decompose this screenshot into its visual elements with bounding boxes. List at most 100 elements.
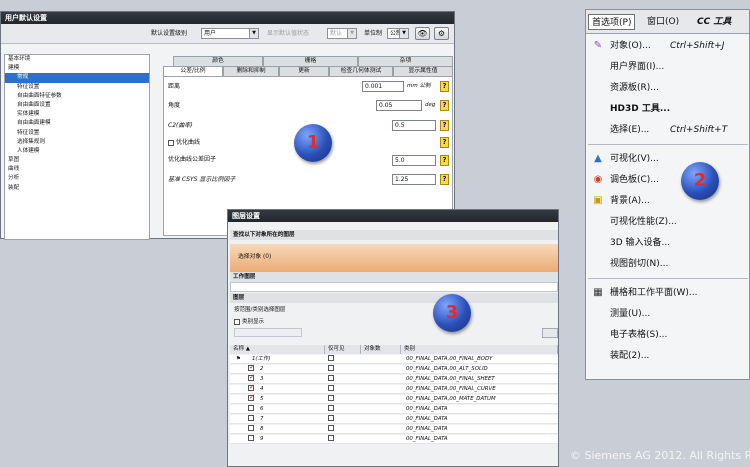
tree-item[interactable]: 特征设置 [5,83,149,92]
tree-item[interactable]: 人体建模 [5,147,149,156]
category-show-toggle[interactable]: 类别显示 [234,317,264,325]
tree-item[interactable]: 曲线 [5,165,149,174]
level-label: 默认设置级别 [151,30,188,37]
table-row[interactable]: 300_FINAL_DATA,00_FINAL_SHEET [230,373,558,384]
menu-item-object[interactable]: ✎ 对象(O)... Ctrl+Shift+J [586,36,750,56]
csys-scale-input[interactable]: 1.25 [392,174,436,185]
tree-item[interactable]: 特征设置 [5,129,149,138]
help-icon[interactable]: ? [440,100,449,111]
tree-item[interactable]: 分析 [5,174,149,183]
optimize-curve-toggle[interactable]: 优化曲线 [168,137,200,148]
help-icon[interactable]: ? [440,120,449,131]
menu-item-palette[interactable]: ◉ 调色板(C)... [586,170,750,190]
find-objects-group[interactable]: 查找以下对象所在的图层 [230,230,558,240]
menu-item-3d-input[interactable]: 3D 输入设备... [586,233,750,253]
tree-item[interactable]: 建模 [5,64,149,73]
distance-input[interactable]: 0.001 [362,81,404,92]
palette-icon: ◉ [593,174,603,185]
callout-badge-2: 2 [681,162,719,200]
menu-item-grid[interactable]: ▦ 栅格和工作平面(W)... [586,283,750,303]
tree-item[interactable]: 自由曲面设置 [5,101,149,110]
col-visible[interactable]: 仅可见 [325,345,361,354]
unit-combo[interactable]: 公制 ▼ [387,28,409,39]
tree-item[interactable]: 自由曲面特征参数 [5,92,149,101]
tree-item[interactable]: 实体建模 [5,110,149,119]
user-defaults-window: 用户默认设置 默认设置级别 用户 ▼ 显示默认值状态 默认 ▼ 单位制 公制 ▼ 👁 … [0,11,455,240]
c2-input[interactable]: 0.5 [392,120,436,131]
menu-item-resource-bar[interactable]: 资源板(R)... [586,78,750,98]
tree-item[interactable]: 草图 [5,156,149,165]
tab-display-attr[interactable]: 显示属性值 [393,66,453,76]
grid-icon: ▦ [593,287,603,298]
col-name[interactable]: 名称 ▲ [230,345,325,354]
preferences-menu: 首选项(P) 窗口(O) CC 工具 ✎ 对象(O)... Ctrl+Shift+J… [585,9,750,380]
menu-item-spreadsheet[interactable]: 电子表格(S)... [586,325,750,345]
tab-update[interactable]: 更新 [279,66,329,76]
eye-view-button[interactable]: 👁 [415,27,430,40]
col-count[interactable]: 对象数 [361,345,401,354]
work-layer-input[interactable] [230,282,558,292]
table-row[interactable]: 7 00_FINAL_DATA [230,415,558,424]
unit-label: 单位制 [364,30,383,37]
background-icon: ▣ [593,195,603,206]
tree-item[interactable]: 自由曲面建模 [5,119,149,128]
layer-group[interactable]: 图层 [230,293,558,303]
table-row[interactable]: 8 00_FINAL_DATA [230,425,558,434]
window-title: 用户默认设置 [1,12,454,24]
menu-item-selection[interactable]: 选择(E)... Ctrl+Shift+T [586,120,750,140]
tab-color[interactable]: 颜色 [173,56,263,66]
tree-item[interactable]: 选择集规则 [5,138,149,147]
menu-bar: 首选项(P) 窗口(O) CC 工具 [586,10,749,34]
help-icon[interactable]: ? [440,137,449,148]
menu-separator [588,144,748,145]
help-icon[interactable]: ? [440,174,449,185]
tab-misc[interactable]: 杂项 [358,56,453,66]
col-category[interactable]: 类别 [401,345,558,354]
c2-label: C2(曲率) [168,122,193,129]
category-show-checkbox[interactable] [234,318,240,325]
csys-scale-label: 基准 CSYS 显示比例因子 [168,176,236,183]
menu-item-hd3d[interactable]: HD3D 工具... [586,99,750,119]
work-layer-group[interactable]: 工作图层 [230,272,558,282]
opt-factor-input[interactable]: 5.0 [392,155,436,166]
category-filter-input[interactable] [234,328,302,337]
tab-grid[interactable]: 栅格 [263,56,358,66]
menu-item-assembly[interactable]: 装配(2)... [586,346,750,366]
menu-item-measure[interactable]: 测量(U)... [586,304,750,324]
table-row[interactable]: 6 00_FINAL_DATA [230,405,558,414]
object-icon: ✎ [593,40,603,51]
table-row[interactable]: 9 00_FINAL_DATA [230,435,558,444]
settings-button[interactable]: ⚙ [434,27,449,40]
table-row[interactable]: ⚑ 1(工作) 00_FINAL_DATA,00_FINAL_BODY [230,355,558,364]
table-row[interactable]: 500_FINAL_DATA,00_MATE_DATUM [230,393,558,404]
menu-item-view-section[interactable]: 视图剖切(N)... [586,254,750,274]
filter-label: 按范围/类别选择图层 [234,307,286,313]
menu-window[interactable]: 窗口(O) [644,14,682,30]
tree-item-selected[interactable]: 常规 [5,73,149,83]
table-row[interactable]: 200_FINAL_DATA,00_ALT_SOLID [230,363,558,374]
callout-badge-3: 3 [433,294,471,332]
help-icon[interactable]: ? [440,81,449,92]
optimize-curve-checkbox[interactable] [168,139,174,146]
menu-item-visualization[interactable]: ▲ 可视化(V)... [586,149,750,169]
angle-input[interactable]: 0.05 [376,100,422,111]
ghost-combo[interactable]: 默认 ▼ [327,28,357,39]
filter-button[interactable] [542,328,558,338]
menu-cc-tools[interactable]: CC 工具 [694,14,734,30]
opt-factor-label: 优化曲线公差因子 [168,156,217,163]
tab-delete-suppress[interactable]: 删除和抑制 [223,66,279,76]
level-combo[interactable]: 用户 ▼ [201,28,259,39]
menu-item-background[interactable]: ▣ 背景(A)... [586,191,750,211]
menu-item-ui[interactable]: 用户界面(I)... [586,57,750,77]
table-row[interactable]: 400_FINAL_DATA,00_FINAL_CURVE [230,383,558,394]
distance-unit: mm 公制 [407,83,431,89]
eye-icon: 👁 [417,29,428,38]
menu-preferences[interactable]: 首选项(P) [588,14,636,30]
help-icon[interactable]: ? [440,155,449,166]
tree-item[interactable]: 装配 [5,184,149,193]
tree-item[interactable]: 基本环境 [5,55,149,64]
tab-check-geometry[interactable]: 检查几何体测试 [329,66,393,76]
menu-item-vis-performance[interactable]: 可视化性能(Z)... [586,212,750,232]
chevron-down-icon: ▼ [249,29,258,38]
tab-tolerance[interactable]: 公差/比例 [163,66,223,76]
